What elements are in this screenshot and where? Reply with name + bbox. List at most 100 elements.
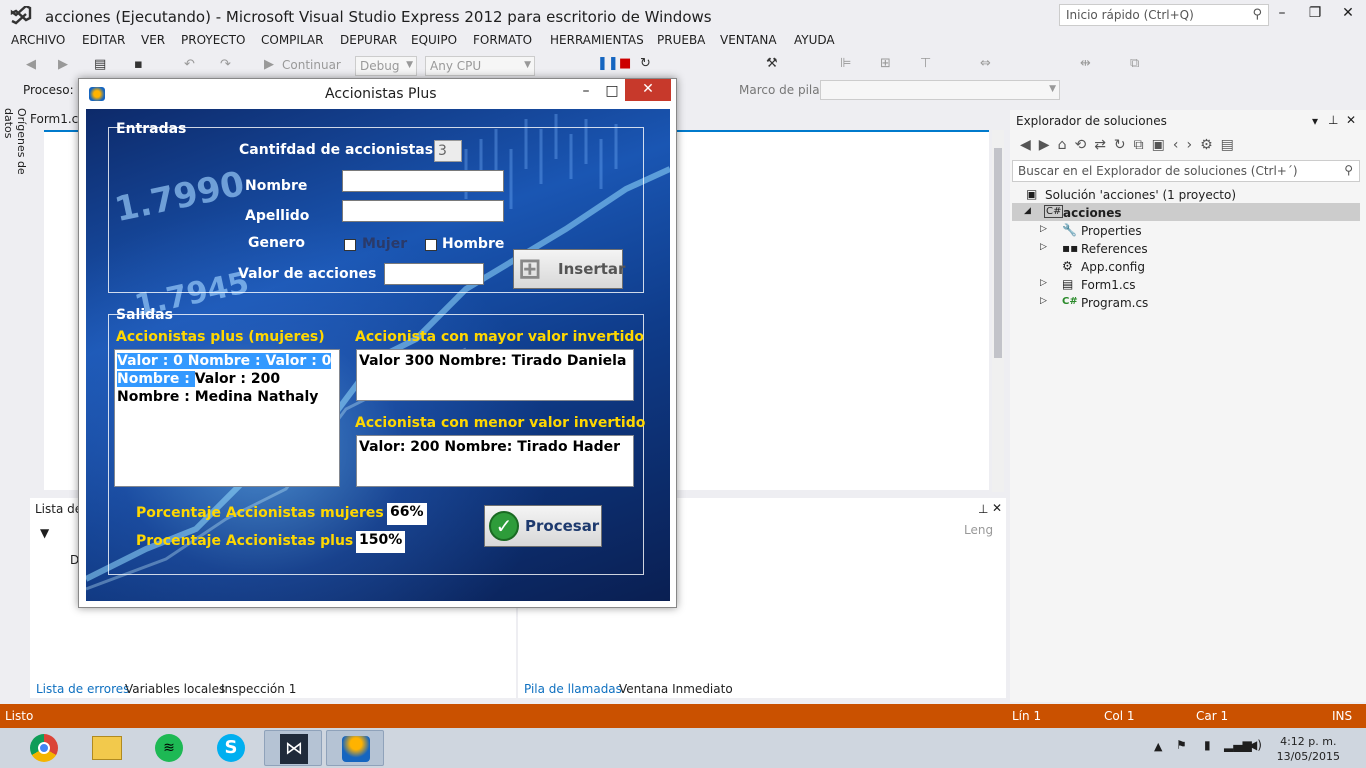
save-icon[interactable]: ▪ [134,57,143,72]
battery-icon[interactable]: ▮ [1204,738,1211,752]
female-label[interactable]: Mujer [362,236,407,252]
process-button[interactable]: ✓ Procesar [484,505,602,547]
female-checkbox[interactable] [344,239,356,251]
view-code-icon[interactable]: ‹› [1173,137,1200,153]
tab-call-stack[interactable]: Pila de llamadas [524,682,622,696]
male-label[interactable]: Hombre [442,236,504,252]
app-close-button[interactable]: ✕ [625,79,671,101]
close-button[interactable]: ✕ [1338,5,1358,21]
redo-icon[interactable]: ↷ [220,57,231,72]
sync-icon[interactable]: ⇄ [1094,137,1114,153]
tree-item-form1[interactable]: Form1.cs [1081,278,1136,292]
collapse-icon[interactable]: ⧉ [1134,137,1152,153]
list-item[interactable]: Nombre : Medina Nathaly [117,388,337,406]
minimize-button[interactable]: – [1272,5,1292,21]
tab-locals[interactable]: Variables locales [125,682,225,696]
min-investor-output[interactable]: Valor: 200 Nombre: Tirado Hader [356,435,634,487]
close-icon[interactable]: ✕ [992,501,1002,515]
restart-icon[interactable]: ↻ [640,56,651,71]
expanded-arrow-icon[interactable]: ◢ [1024,206,1031,216]
data-sources-tab[interactable]: Orígenes de datos [0,108,28,208]
collapsed-arrow-icon[interactable]: ▷ [1040,278,1047,288]
name-input[interactable] [342,170,504,192]
menu-compilar[interactable]: COMPILAR [261,33,323,47]
platform-select[interactable]: Any CPU ▼ [425,56,535,76]
pin-icon[interactable]: ⊥ [978,502,988,516]
stop-icon[interactable]: ■ [619,56,631,71]
quick-launch-input[interactable]: Inicio rápido (Ctrl+Q) ⚲ [1059,4,1269,26]
spacing-icon[interactable]: ⇹ [1080,56,1091,71]
pin-icon[interactable]: ⊥ [1328,113,1338,127]
continue-icon[interactable]: ▶ [264,57,274,72]
properties-icon[interactable]: ⚙ [1200,137,1221,153]
visual-studio-taskbar-button[interactable]: ⋈ [264,730,322,766]
tab-error-list[interactable]: Lista de errores [36,682,129,696]
show-hidden-icons[interactable]: ▲ [1154,740,1162,753]
preview-icon[interactable]: ▤ [1221,137,1242,153]
menu-prueba[interactable]: PRUEBA [657,33,705,47]
history-icon[interactable]: ⟲ [1074,137,1094,153]
app-taskbar-button[interactable] [326,730,384,766]
tree-item-properties[interactable]: Properties [1081,224,1142,238]
pause-icon[interactable]: ❚❚ [597,56,619,71]
tree-item-appconfig[interactable]: App.config [1081,260,1145,274]
home-icon[interactable]: ⌂ [1058,137,1075,153]
value-input[interactable] [384,263,484,285]
new-project-icon[interactable]: ▤ [94,57,106,72]
menu-formato[interactable]: FORMATO [473,33,532,47]
collapsed-arrow-icon[interactable]: ▷ [1040,224,1047,234]
lastname-input[interactable] [342,200,504,222]
collapsed-arrow-icon[interactable]: ▷ [1040,296,1047,306]
back-icon[interactable]: ◀ [1020,137,1039,153]
align-center-icon[interactable]: ⊞ [880,56,891,71]
stack-frame-select[interactable]: ▼ [820,80,1060,100]
menu-proyecto[interactable]: PROYECTO [181,33,245,47]
tab-watch[interactable]: Inspección 1 [221,682,296,696]
insert-button[interactable]: ⊞ Insertar [513,249,625,289]
show-all-icon[interactable]: ▣ [1152,137,1173,153]
back-icon[interactable]: ◀ [26,57,36,72]
tree-item-project[interactable]: acciones [1063,206,1122,220]
list-item[interactable]: Valor : 0 Nombre : Valor : 0 [117,352,337,370]
order-icon[interactable]: ⧉ [1130,56,1139,71]
list-item[interactable]: Nombre : Valor : 200 [117,370,337,388]
skype-taskbar-button[interactable]: S [202,730,260,766]
spotify-taskbar-button[interactable]: ≋ [140,730,198,766]
male-checkbox[interactable] [425,239,437,251]
flag-icon[interactable]: ⚑ [1176,738,1187,752]
solution-search-input[interactable]: Buscar en el Explorador de soluciones (C… [1012,160,1360,182]
exception-icon[interactable]: ⚒ [766,56,778,71]
menu-ventana[interactable]: VENTANA [720,33,777,47]
menu-depurar[interactable]: DEPURAR [340,33,397,47]
app-minimize-button[interactable]: – [574,83,598,99]
menu-herramientas[interactable]: HERRAMIENTAS [550,33,644,47]
forward-icon[interactable]: ▶ [1039,137,1058,153]
dropdown-icon[interactable]: ▾ [1312,114,1318,128]
app-maximize-button[interactable]: □ [600,83,624,99]
refresh-icon[interactable]: ↻ [1114,137,1134,153]
column-header-language[interactable]: Leng [964,523,993,537]
scrollbar-thumb[interactable] [994,148,1002,358]
align-top-icon[interactable]: ⊤ [920,56,931,71]
filter-icon[interactable]: ▼ [40,526,49,540]
align-left-icon[interactable]: ⊫ [840,56,851,71]
tab-immediate[interactable]: Ventana Inmediato [619,682,733,696]
close-icon[interactable]: ✕ [1346,113,1356,127]
tree-item-solution[interactable]: Solución 'acciones' (1 proyecto) [1045,188,1236,202]
maximize-button[interactable]: ❐ [1305,5,1325,21]
collapsed-arrow-icon[interactable]: ▷ [1040,242,1047,252]
taskbar-clock[interactable]: 4:12 p. m. 13/05/2015 [1277,734,1340,764]
chrome-taskbar-button[interactable] [16,730,74,766]
explorer-taskbar-button[interactable] [78,730,136,766]
volume-icon[interactable]: ◀) [1248,738,1262,752]
max-investor-output[interactable]: Valor 300 Nombre: Tirado Daniela [356,349,634,401]
document-tab[interactable]: Form1.c [30,112,80,130]
tree-item-program[interactable]: Program.cs [1081,296,1148,310]
menu-editar[interactable]: EDITAR [82,33,125,47]
menu-ver[interactable]: VER [141,33,165,47]
forward-icon[interactable]: ▶ [58,57,68,72]
configuration-select[interactable]: Debug ▼ [355,56,417,76]
tree-item-references[interactable]: References [1081,242,1148,256]
continue-button[interactable]: Continuar [282,58,341,72]
menu-archivo[interactable]: ARCHIVO [11,33,65,47]
